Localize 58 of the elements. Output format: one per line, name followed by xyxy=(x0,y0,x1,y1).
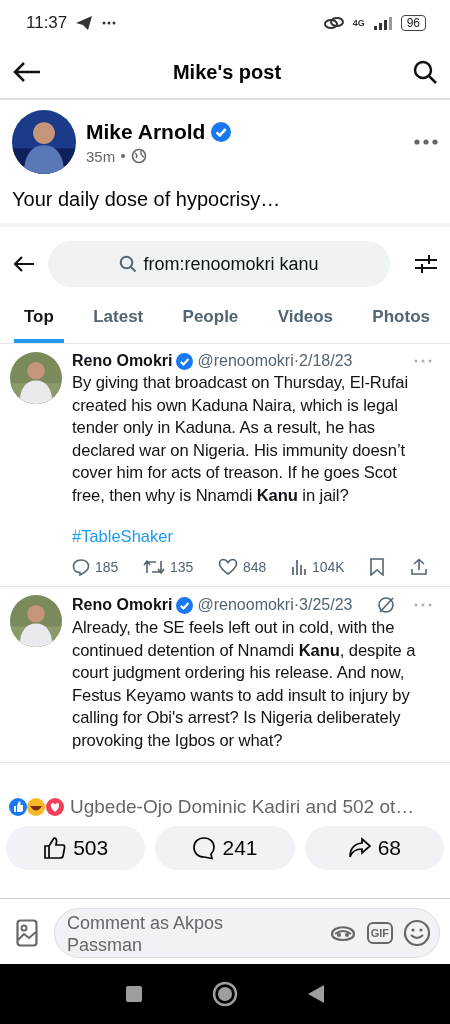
stat-count: 104K xyxy=(312,559,345,575)
globe-icon xyxy=(131,148,148,164)
share-button[interactable]: 68 xyxy=(304,826,444,870)
search-icon xyxy=(119,255,138,273)
like-button[interactable]: 503 xyxy=(6,826,146,870)
tweet-author: Reno Omokri xyxy=(72,596,173,614)
comment-button[interactable]: 241 xyxy=(155,826,295,870)
stat-count: 135 xyxy=(170,559,194,575)
repost-icon xyxy=(143,558,165,576)
stat-count: 848 xyxy=(243,559,267,575)
comment-field[interactable]: Comment as Akpos Passman GIF xyxy=(54,907,440,958)
more-options-icon xyxy=(414,603,432,607)
back-icon[interactable] xyxy=(12,60,42,84)
tweet-text: Already, the SE feels left out in cold, with the continued detention of Nnamdi Kanu, despite a court judgment ordering his release. And now, Festus Keyamo wants to add insult to injury by calling for Obi's arrest? Is Nigeria deliberately provoking the Igbos or what? xyxy=(72,617,417,752)
bar-chart-icon xyxy=(291,558,307,576)
more-options-icon[interactable] xyxy=(414,139,438,145)
emoji-icon[interactable] xyxy=(403,918,431,947)
thumbs-up-icon xyxy=(43,836,68,860)
tab-label: People xyxy=(181,306,240,328)
search-query: from:renoomokri kanu xyxy=(143,253,319,275)
status-time: 11:37 xyxy=(26,13,68,33)
reply-icon xyxy=(72,558,90,576)
heart-icon xyxy=(218,558,238,576)
tweet-meta: @renoomokri·3/25/23 xyxy=(197,596,353,614)
battery-level: 96 xyxy=(400,15,426,31)
search-icon[interactable] xyxy=(412,59,438,85)
network-label: 4G xyxy=(352,18,365,28)
tab-label: Top xyxy=(14,293,64,343)
filter-icon xyxy=(414,254,438,274)
back-icon xyxy=(12,254,36,274)
gif-button[interactable]: GIF xyxy=(366,921,393,944)
photo-icon[interactable] xyxy=(16,918,38,947)
bookmark-icon xyxy=(369,558,386,576)
separator-dot-icon xyxy=(121,154,126,158)
share-arrow-icon xyxy=(347,837,372,859)
comment-icon xyxy=(192,836,217,860)
home-icon[interactable] xyxy=(212,981,238,1007)
signal-icon xyxy=(372,16,393,30)
recents-icon[interactable] xyxy=(124,985,143,1003)
telegram-icon xyxy=(75,15,94,31)
reaction-icons-drawing xyxy=(8,797,66,817)
more-options-icon xyxy=(414,359,432,363)
tweet-author: Reno Omokri xyxy=(72,352,173,370)
page-title: Mike's post xyxy=(172,60,282,84)
link-icon xyxy=(322,15,345,31)
tweet-meta: @renoomokri·2/18/23 xyxy=(197,352,353,370)
more-icon xyxy=(101,20,118,26)
stat-count: 185 xyxy=(95,559,119,575)
tab-label: Latest xyxy=(92,306,145,328)
tweet-text: By giving that broadcast on Thursday, El-Rufai created his own Kaduna Naira, which is legal tender only in Kaduna. As a result, he has declared war on Nigeria. His immunity doesn’t cover him for acts of treason. If he goes Scot free, then why is Nnamdi Kanu in jail? xyxy=(72,372,410,507)
reactions-summary[interactable]: Ugbede-Ojo Dominic Kadiri and 502 ot… xyxy=(70,796,415,818)
tab-label: Photos xyxy=(371,306,431,328)
back-icon[interactable] xyxy=(307,984,326,1004)
author-name[interactable]: Mike Arnold xyxy=(86,119,206,144)
post-time: 35m xyxy=(86,147,116,165)
post-text: Your daily dose of hypocrisy… xyxy=(11,187,282,212)
share-icon xyxy=(410,558,428,576)
tab-label: Videos xyxy=(276,306,335,328)
